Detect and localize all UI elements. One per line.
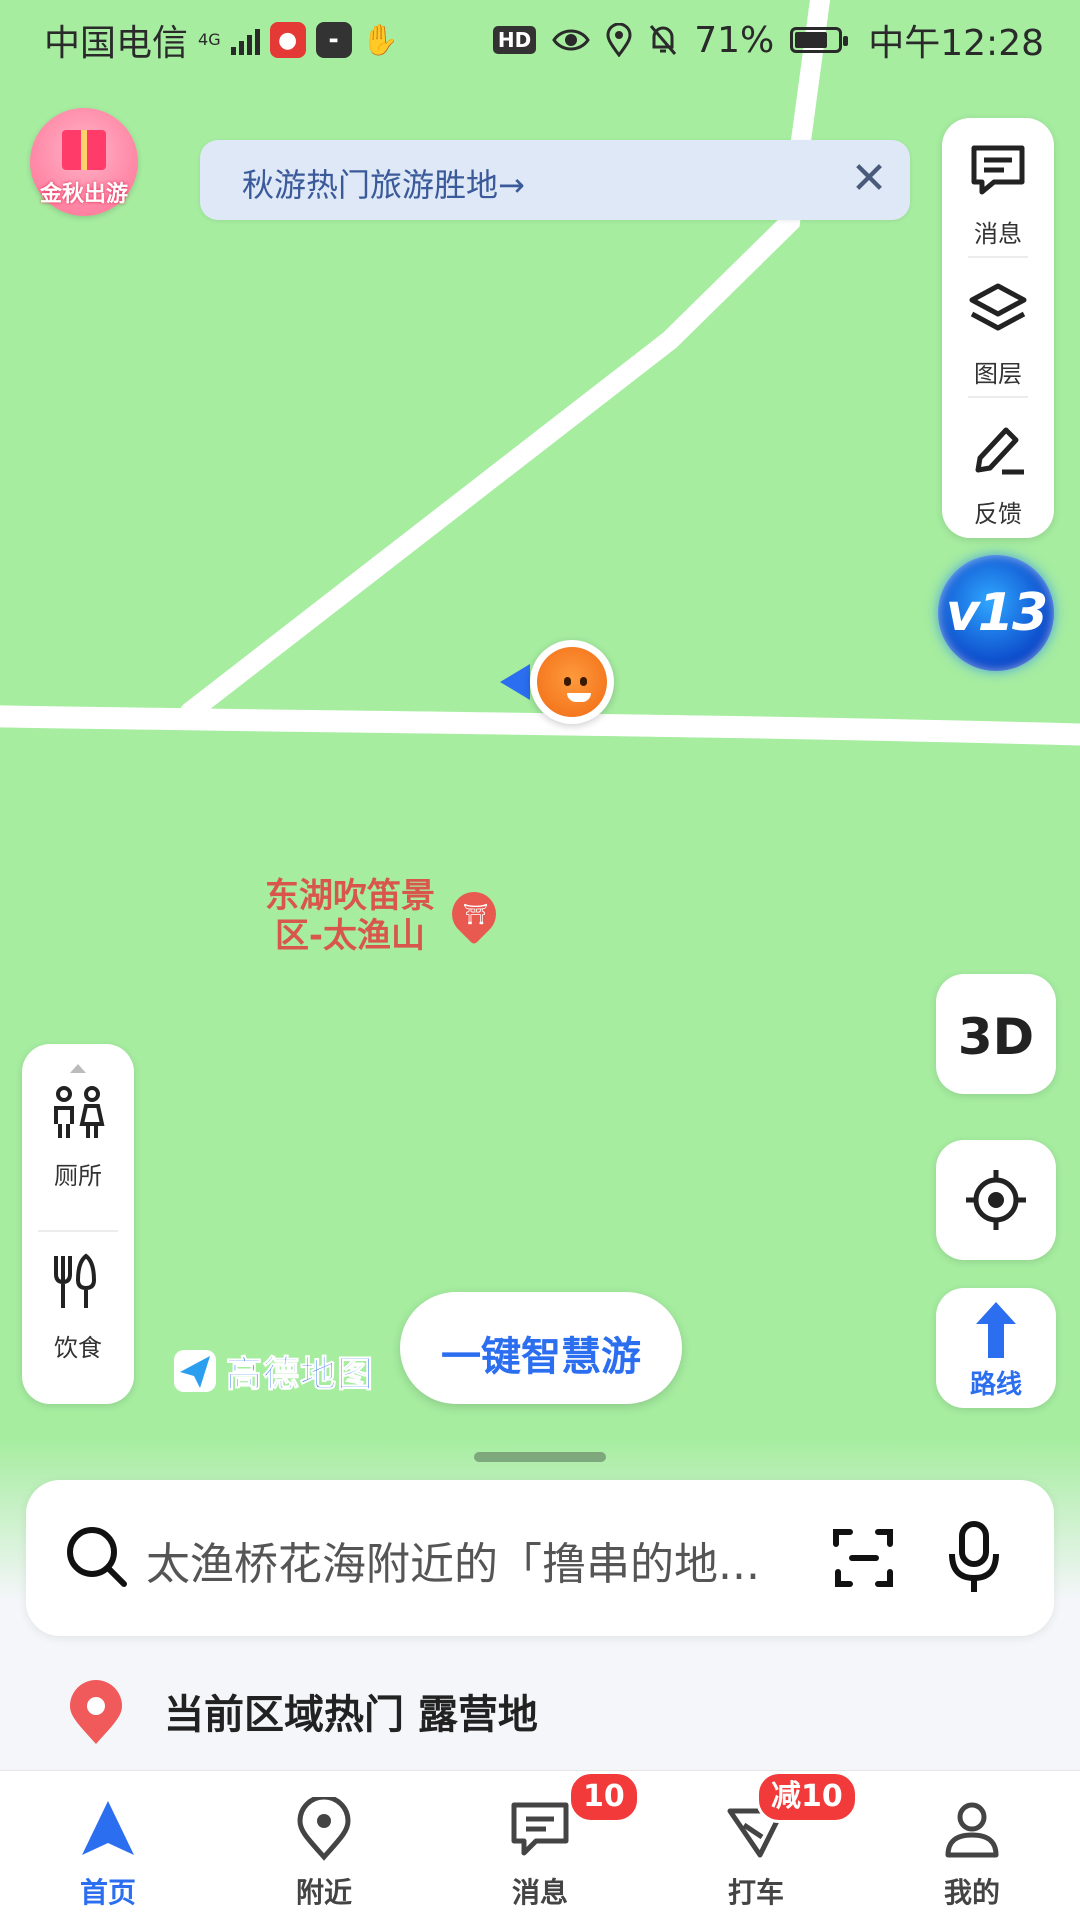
carrier-name: 中国电信 — [44, 23, 189, 64]
tab-taxi[interactable]: 打车 减10 — [648, 1771, 864, 1921]
3d-toggle-button[interactable]: 3D — [936, 974, 1056, 1094]
tab-profile[interactable]: 我的 — [864, 1771, 1080, 1921]
current-location-avatar[interactable] — [530, 640, 614, 724]
tab-label: 我的 — [943, 1876, 1000, 1909]
amap-logo-icon — [174, 1350, 216, 1392]
feedback-tool-button[interactable]: 反馈 — [942, 398, 1054, 534]
signal-icon — [230, 25, 260, 55]
tool-label: 图层 — [974, 360, 1022, 388]
layers-icon — [969, 283, 1027, 331]
tab-nearby[interactable]: 附近 — [216, 1771, 432, 1921]
smart-tour-label: 一键智慧游 — [441, 1334, 641, 1380]
hd-icon: HD — [492, 26, 537, 54]
version-text: v13 — [945, 583, 1048, 643]
gift-icon — [62, 130, 106, 170]
recording-icon: ● — [269, 22, 306, 58]
amap-brand: 高德地图 — [172, 1348, 375, 1396]
network-type: 4G — [198, 30, 221, 49]
tab-label: 消息 — [511, 1876, 568, 1909]
status-bar: 中国电信 4G ● ▬ ✋ HD 71% 中午12:28 — [0, 0, 1080, 76]
tab-home[interactable]: 首页 — [0, 1771, 216, 1921]
poi-name-line1: 东湖吹笛景 — [265, 876, 435, 916]
profile-icon — [945, 1802, 999, 1858]
hand-icon: ✋ — [361, 22, 399, 58]
gift-label: 金秋出游 — [39, 182, 128, 207]
autumn-gift-button[interactable]: 金秋出游 — [30, 108, 138, 216]
scan-icon[interactable] — [832, 1526, 896, 1590]
tab-messages[interactable]: 消息 10 — [432, 1771, 648, 1921]
battery-percent: 71% — [694, 19, 775, 61]
message-icon — [971, 145, 1025, 195]
messages-tool-button[interactable]: 消息 — [942, 118, 1054, 254]
mascot-icon — [537, 647, 607, 717]
tab-label: 打车 — [727, 1876, 784, 1909]
poi-label[interactable]: 东湖吹笛景 区-太渔山 — [254, 876, 446, 956]
message-count-badge: 10 — [568, 1771, 640, 1823]
facility-label: 饮食 — [54, 1334, 102, 1362]
food-button[interactable]: 饮食 — [22, 1234, 134, 1384]
facility-label: 厕所 — [54, 1162, 102, 1190]
layers-tool-button[interactable]: 图层 — [942, 258, 1054, 394]
route-button[interactable]: 路线 — [936, 1288, 1056, 1408]
close-icon[interactable]: ✕ — [842, 152, 896, 206]
tool-label: 反馈 — [974, 500, 1022, 528]
red-pin-icon — [70, 1680, 122, 1744]
crosshair-icon — [966, 1170, 1026, 1230]
food-icon — [54, 1253, 97, 1308]
poi-name-line2: 区-太渔山 — [274, 916, 426, 956]
search-bar[interactable]: 太渔桥花海附近的「撸串的地... — [26, 1480, 1054, 1636]
location-icon — [606, 23, 632, 57]
microphone-icon[interactable] — [946, 1520, 1002, 1596]
heading-arrow-icon — [500, 664, 530, 700]
feedback-icon — [975, 427, 1024, 475]
clock: 中午12:28 — [868, 23, 1044, 64]
tool-label: 消息 — [974, 220, 1022, 248]
restroom-icon — [54, 1086, 105, 1138]
location-pin-icon — [297, 1797, 351, 1861]
hot-area-suggestion[interactable]: 当前区域热门 露营地 — [0, 1652, 1080, 1762]
search-icon — [67, 1527, 127, 1587]
map-tools-panel: 消息 图层 反馈 — [942, 118, 1054, 538]
locate-me-button[interactable] — [936, 1140, 1056, 1260]
battery-icon — [790, 27, 849, 53]
sheet-drag-handle[interactable] — [474, 1452, 606, 1462]
divider — [38, 1230, 118, 1232]
3d-label: 3D — [957, 1008, 1035, 1066]
tab-label: 首页 — [79, 1876, 136, 1909]
smart-tour-button[interactable]: 一键智慧游 — [400, 1292, 682, 1404]
discount-badge: 减10 — [756, 1771, 858, 1823]
route-label: 路线 — [969, 1370, 1022, 1400]
quick-facilities-panel: 厕所 饮食 — [22, 1044, 134, 1404]
promo-banner[interactable]: 秋游热门旅游胜地→ ✕ — [200, 140, 910, 220]
expand-up-icon[interactable] — [70, 1064, 86, 1073]
road-network — [0, 0, 1080, 746]
search-input[interactable]: 太渔桥花海附近的「撸串的地... — [146, 1528, 856, 1592]
hot-area-text: 当前区域热门 露营地 — [164, 1692, 538, 1738]
brand-name: 高德地图 — [225, 1354, 375, 1396]
navigate-arrow-icon — [82, 1801, 134, 1855]
bottom-tab-bar: 首页 附近 消息 10 打车 减10 我的 — [0, 1770, 1080, 1921]
version-badge[interactable]: v13 — [938, 555, 1054, 671]
tab-label: 附近 — [295, 1876, 352, 1909]
route-arrow-icon — [976, 1302, 1016, 1358]
bell-off-icon — [650, 25, 677, 55]
message-icon — [511, 1802, 569, 1856]
huawei-app-icon: ▬ — [315, 22, 352, 58]
restroom-button[interactable]: 厕所 — [22, 1074, 134, 1224]
eye-icon — [552, 29, 591, 51]
banner-text[interactable]: 秋游热门旅游胜地→ — [242, 160, 525, 206]
